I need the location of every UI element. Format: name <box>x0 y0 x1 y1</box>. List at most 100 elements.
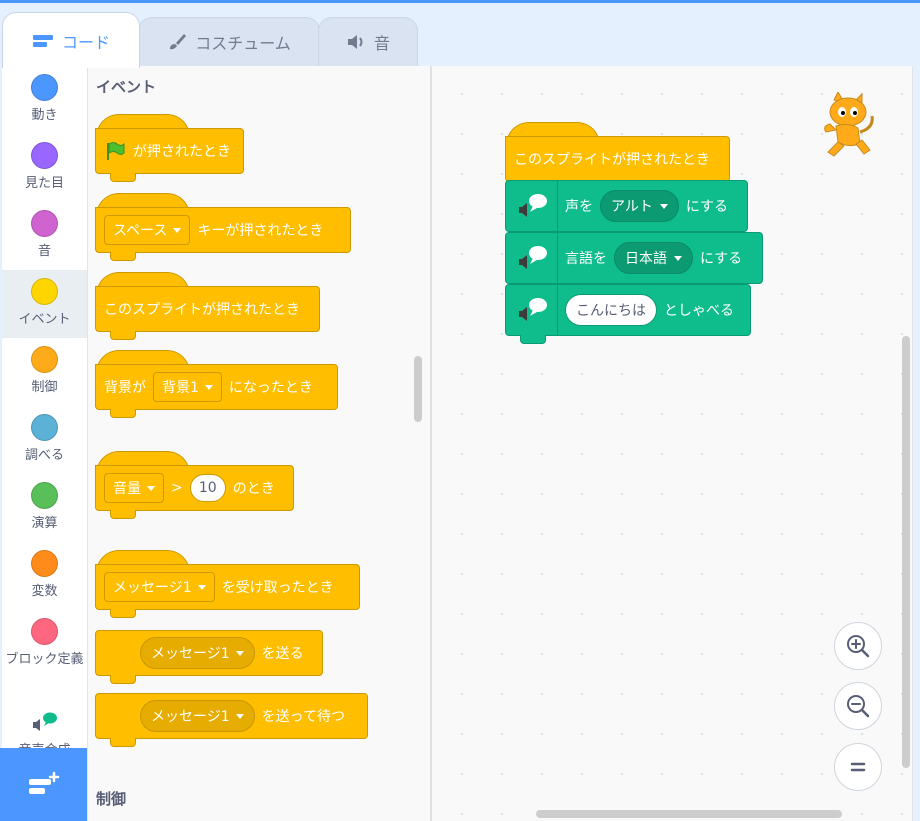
block-when-key-pressed[interactable]: スペース キーが押されたとき <box>95 207 351 253</box>
category-events[interactable]: イベント <box>2 270 87 338</box>
block-notch <box>110 738 136 747</box>
block-when-flag-clicked-label: が押されたとき <box>133 144 231 160</box>
chevron-down-icon <box>235 713 244 719</box>
zoom-out-button[interactable] <box>834 682 882 730</box>
zoom-in-button[interactable] <box>834 622 882 670</box>
block-notch <box>110 173 136 182</box>
equals-icon <box>850 762 866 772</box>
category-operators[interactable]: 演算 <box>2 474 87 542</box>
backdrop-dropdown-value: 背景1 <box>162 380 199 396</box>
category-operators-dot <box>31 482 58 509</box>
block-speak[interactable]: こんにちは としゃべる <box>505 284 751 336</box>
chevron-down-icon <box>235 650 244 656</box>
voice-prefix: 声を <box>565 199 593 215</box>
chevron-down-icon <box>173 227 182 233</box>
chevron-down-icon <box>147 485 155 491</box>
language-prefix: 言語を <box>565 251 607 267</box>
speak-suffix: としゃべる <box>664 303 734 319</box>
backdrop-prefix: 背景が <box>104 380 146 396</box>
tab-sounds-label: 音 <box>373 34 390 53</box>
key-dropdown[interactable]: スペース <box>104 215 191 245</box>
receive-message-dropdown-value: メッセージ1 <box>113 580 192 596</box>
palette-heading-control: 制御 <box>96 790 127 808</box>
text-to-speech-block-icon-area <box>506 285 558 335</box>
loudness-value-input[interactable]: 10 <box>189 474 226 502</box>
backdrop-dropdown[interactable]: 背景1 <box>153 372 222 402</box>
block-set-language[interactable]: 言語を 日本語 にする <box>505 232 763 284</box>
text-to-speech-icon <box>32 712 57 731</box>
block-notch <box>110 609 136 618</box>
receive-message-dropdown[interactable]: メッセージ1 <box>104 572 215 602</box>
block-when-flag-clicked[interactable]: が押されたとき <box>95 128 244 174</box>
text-to-speech-icon <box>518 194 547 217</box>
category-looks-label: 見た目 <box>24 176 64 191</box>
category-looks-dot <box>31 142 58 169</box>
category-events-dot <box>31 278 58 305</box>
script-hat-when-sprite-clicked[interactable]: このスプライトが押されたとき <box>505 136 730 182</box>
chevron-down-icon <box>204 384 213 390</box>
category-variables-label: 変数 <box>31 584 58 599</box>
category-control-label: 制御 <box>31 380 58 395</box>
tab-code-label: コード <box>61 32 110 52</box>
block-notch <box>110 252 136 261</box>
category-looks[interactable]: 見た目 <box>2 134 87 202</box>
category-my-blocks[interactable]: ブロック定義 <box>2 610 87 690</box>
category-motion[interactable]: 動き <box>2 66 87 134</box>
add-extension-button[interactable] <box>0 748 87 821</box>
category-variables[interactable]: 変数 <box>2 542 87 610</box>
voice-dropdown-value: アルト <box>611 199 653 215</box>
zoom-reset-button[interactable] <box>834 743 882 791</box>
loudness-dropdown[interactable]: 音量 <box>104 473 164 503</box>
broadcast-message-dropdown-value: メッセージ1 <box>151 646 230 662</box>
language-dropdown[interactable]: 日本語 <box>614 242 693 274</box>
tab-costumes[interactable]: コスチューム <box>138 17 320 66</box>
zoom-out-icon <box>847 695 870 718</box>
zoom-in-icon <box>847 635 870 658</box>
block-notch <box>520 335 546 344</box>
category-sensing[interactable]: 調べる <box>2 406 87 474</box>
loudness-dropdown-value: 音量 <box>113 481 141 497</box>
speak-text-input[interactable]: こんにちは <box>565 294 657 326</box>
block-when-loudness-greater[interactable]: 音量 > 10 のとき <box>95 465 294 511</box>
chevron-down-icon <box>659 203 668 209</box>
text-to-speech-icon <box>518 246 547 269</box>
receive-suffix: を受け取ったとき <box>221 580 334 596</box>
broadcast-wait-suffix: を送って待つ <box>261 709 345 725</box>
block-when-sprite-clicked[interactable]: このスプライトが押されたとき <box>95 286 320 332</box>
green-flag-icon <box>107 142 125 160</box>
broadcast-message-dropdown[interactable]: メッセージ1 <box>140 637 255 669</box>
category-menu: 動き 見た目 音 イベント 制御 調べる 演算 変数 ブロック定義 音声合成 <box>2 66 88 821</box>
category-sensing-dot <box>31 414 58 441</box>
category-sound[interactable]: 音 <box>2 202 87 270</box>
text-to-speech-block-icon-area <box>506 181 558 231</box>
block-when-sprite-clicked-label: このスプライトが押されたとき <box>104 302 300 318</box>
category-events-label: イベント <box>18 312 71 327</box>
block-palette: イベント が押されたとき スペース キーが押されたとき このスプライトが押された… <box>88 66 430 821</box>
top-accent-bar <box>0 0 920 3</box>
block-broadcast[interactable]: メッセージ1 を送る <box>95 630 323 676</box>
text-to-speech-block-icon-area <box>506 233 558 283</box>
block-when-backdrop-switches[interactable]: 背景が 背景1 になったとき <box>95 364 338 410</box>
block-when-key-pressed-label: キーが押されたとき <box>197 223 324 239</box>
palette-scrollbar[interactable] <box>414 356 422 422</box>
category-control[interactable]: 制御 <box>2 338 87 406</box>
block-broadcast-and-wait[interactable]: メッセージ1 を送って待つ <box>95 693 368 739</box>
palette-heading-events: イベント <box>96 78 157 96</box>
broadcast-wait-message-dropdown-value: メッセージ1 <box>151 709 230 725</box>
category-operators-label: 演算 <box>31 516 58 531</box>
broadcast-suffix: を送る <box>261 646 304 662</box>
category-motion-dot <box>31 74 58 101</box>
workspace-vertical-scrollbar[interactable] <box>902 336 910 768</box>
broadcast-wait-message-dropdown[interactable]: メッセージ1 <box>140 700 255 732</box>
category-sound-label: 音 <box>37 244 51 259</box>
greater-than-symbol: > <box>171 480 183 496</box>
block-set-voice[interactable]: 声を アルト にする <box>505 180 748 232</box>
tab-code[interactable]: コード <box>2 12 140 68</box>
category-variables-dot <box>31 550 58 577</box>
block-when-i-receive[interactable]: メッセージ1 を受け取ったとき <box>95 564 360 610</box>
tab-sounds[interactable]: 音 <box>318 17 418 66</box>
speaker-icon <box>347 35 363 49</box>
block-notch <box>110 409 136 418</box>
voice-dropdown[interactable]: アルト <box>600 190 679 222</box>
workspace-horizontal-scrollbar[interactable] <box>536 810 842 818</box>
